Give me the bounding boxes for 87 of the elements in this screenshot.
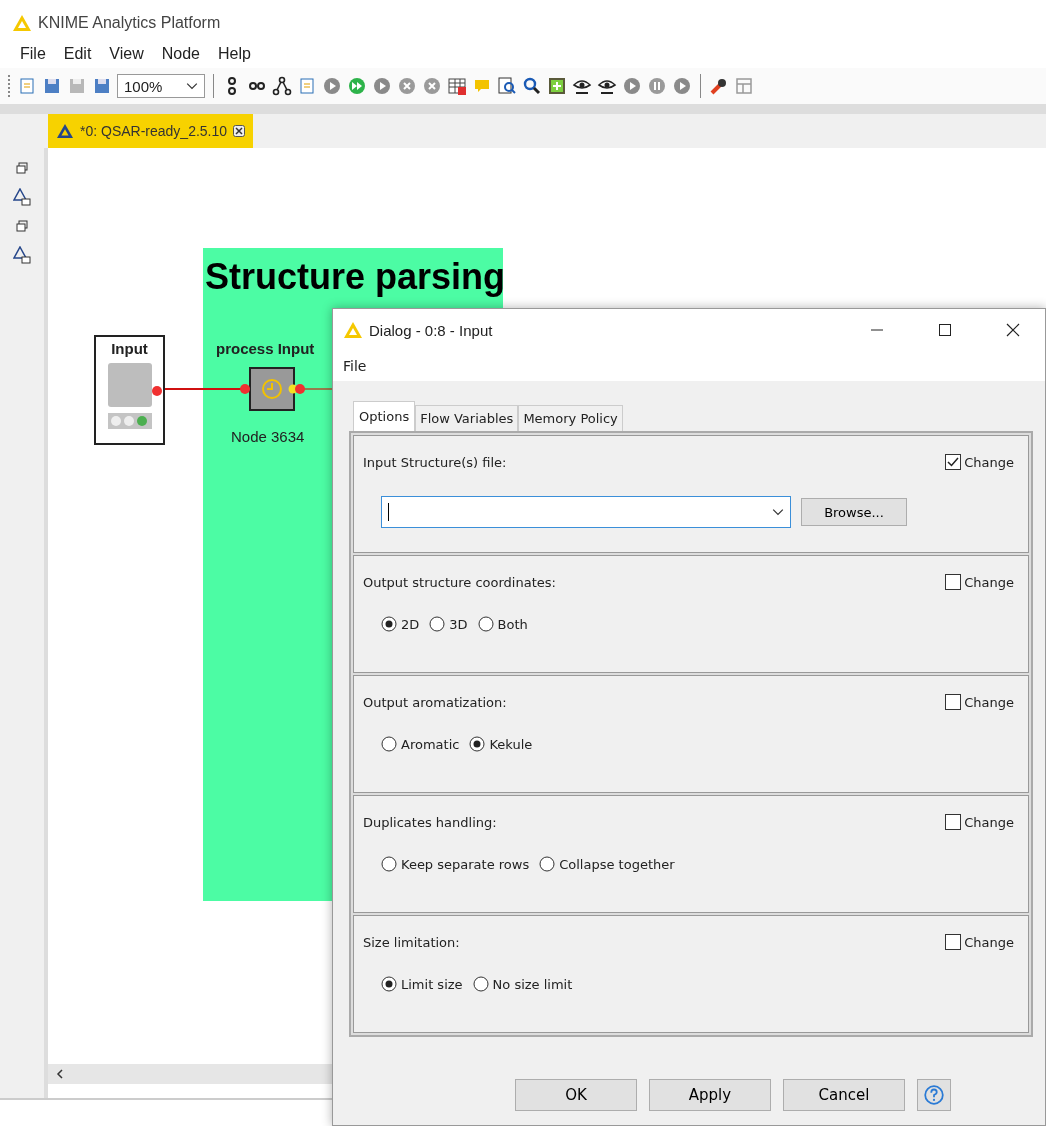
radio-icon[interactable] <box>381 856 397 872</box>
node-title: process Input <box>216 340 315 357</box>
triangle-window-icon[interactable] <box>13 246 31 264</box>
radio-icon[interactable] <box>472 976 489 992</box>
change-checkbox[interactable]: Change <box>945 574 1014 590</box>
menu-item[interactable]: File <box>20 45 46 63</box>
tab[interactable]: Flow Variables <box>415 405 519 431</box>
cancel-icon[interactable] <box>397 76 418 96</box>
checkbox-icon[interactable] <box>945 574 962 590</box>
radio-icon[interactable] <box>539 856 556 872</box>
checkbox-icon[interactable] <box>945 814 962 830</box>
connection-line <box>303 388 333 390</box>
annotation-title: Structure parsing <box>205 256 506 298</box>
cancel-icon[interactable] <box>422 76 443 96</box>
menu-item[interactable]: File <box>343 358 367 374</box>
menu-item[interactable]: Help <box>218 45 251 63</box>
dialog-title: Dialog - 0:8 - Input <box>369 321 493 339</box>
restore-icon[interactable] <box>16 162 28 174</box>
triangle-logo-icon <box>343 321 363 339</box>
status-lights-icon <box>107 413 152 429</box>
node-icon <box>107 363 152 407</box>
window-title: KNIME Analytics Platform <box>38 14 221 32</box>
radio-button[interactable]: No size limit <box>472 976 573 992</box>
checkbox-icon[interactable] <box>945 454 962 470</box>
port-icon[interactable] <box>152 386 162 396</box>
radio-icon[interactable] <box>381 976 397 992</box>
radio-button[interactable]: Keep separate rows <box>381 856 530 872</box>
play-icon[interactable] <box>672 76 693 96</box>
radio-icon[interactable] <box>469 736 486 752</box>
dialog-button[interactable]: OK <box>515 1079 637 1111</box>
tab[interactable]: Options <box>353 401 416 431</box>
workflow-tab[interactable]: *0: QSAR-ready_2.5.10 <box>48 114 254 148</box>
triangle-logo-icon <box>12 14 32 32</box>
radio-icon[interactable] <box>381 736 397 752</box>
help-button[interactable] <box>917 1079 951 1111</box>
group-label: Size limitation: <box>363 934 460 950</box>
change-checkbox[interactable]: Change <box>945 694 1014 710</box>
close-icon[interactable] <box>1005 322 1021 338</box>
radio-icon[interactable] <box>477 616 494 632</box>
magnifier-icon[interactable] <box>522 76 543 96</box>
group-label: Input Structure(s) file: <box>363 454 507 470</box>
group-label: Duplicates handling: <box>363 814 497 830</box>
radio-button[interactable]: Both <box>477 616 528 632</box>
menu-item[interactable]: Node <box>161 45 200 63</box>
triangle-window-icon[interactable] <box>13 188 31 206</box>
grid-icon[interactable] <box>547 76 568 96</box>
checkbox-icon[interactable] <box>945 934 962 950</box>
play-icon[interactable] <box>322 76 343 96</box>
magnifier-icon[interactable] <box>497 76 518 96</box>
chevron-down-icon[interactable] <box>772 508 784 516</box>
file-path-field[interactable] <box>381 496 791 528</box>
radio-button[interactable]: 2D <box>381 616 420 632</box>
checkbox-icon[interactable] <box>945 694 962 710</box>
maximize-icon[interactable] <box>937 322 953 338</box>
radio-icon[interactable] <box>381 616 397 632</box>
change-checkbox[interactable]: Change <box>945 814 1014 830</box>
group-label: Output structure coordinates: <box>363 574 556 590</box>
radio-button[interactable]: 3D <box>429 616 468 632</box>
floppy-icon[interactable] <box>42 76 62 96</box>
help-icon <box>923 1084 945 1106</box>
fast-forward-icon[interactable] <box>347 76 368 96</box>
restore-icon[interactable] <box>16 220 28 232</box>
node-title: Input <box>111 340 148 357</box>
menu-item[interactable]: View <box>109 45 144 63</box>
chevron-down-icon <box>186 82 199 90</box>
change-checkbox[interactable]: Change <box>945 454 1014 470</box>
group-label: Output aromatization: <box>363 694 507 710</box>
close-icon[interactable] <box>233 125 246 137</box>
triangle-icon <box>56 123 74 139</box>
radio-icon[interactable] <box>429 616 446 632</box>
table-icon[interactable] <box>447 76 468 96</box>
tree-icon[interactable] <box>272 76 293 96</box>
radio-button[interactable]: Aromatic <box>381 736 460 752</box>
tab[interactable]: Memory Policy <box>518 405 623 431</box>
radio-button[interactable]: Limit size <box>381 976 463 992</box>
metanode-icon[interactable] <box>240 367 306 411</box>
radio-button[interactable]: Kekule <box>469 736 533 752</box>
node-box[interactable]: Input <box>94 335 165 445</box>
zoom-dropdown[interactable]: 100% <box>117 74 206 98</box>
menu-item[interactable]: Edit <box>63 45 92 63</box>
dialog-button[interactable]: Apply <box>649 1079 771 1111</box>
dialog-button[interactable]: Cancel <box>783 1079 905 1111</box>
node-label: Node 3634 <box>231 428 305 445</box>
change-checkbox[interactable]: Change <box>945 934 1014 950</box>
radio-button[interactable]: Collapse together <box>539 856 675 872</box>
browse-button[interactable]: Browse... <box>801 498 907 526</box>
pause-icon[interactable] <box>647 76 668 96</box>
